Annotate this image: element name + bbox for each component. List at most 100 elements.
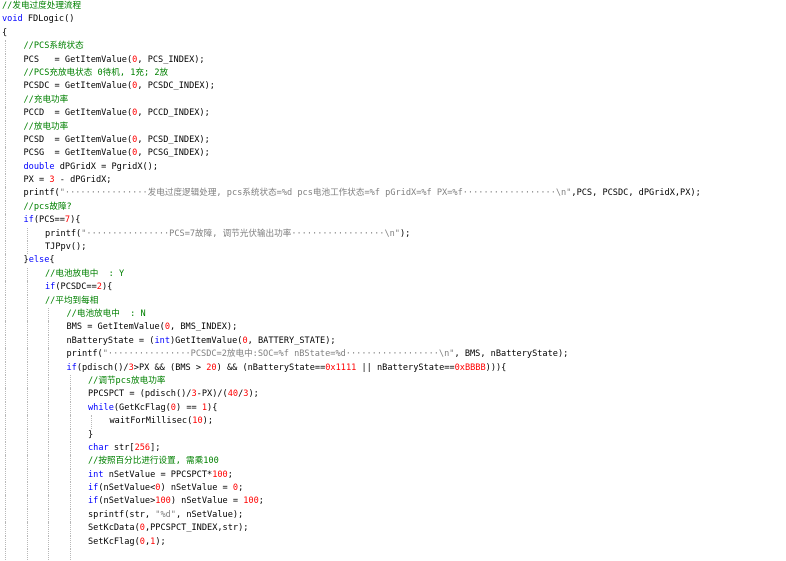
indent-guide [5, 348, 6, 362]
indent-guide [69, 495, 71, 509]
indent-guide [26, 281, 28, 295]
code-token: (pdisch()/ [76, 362, 129, 373]
indent-guide [5, 334, 6, 349]
code-token: PCS = GetItemValue( [23, 54, 133, 65]
code-token: //电池放电中 : Y [45, 268, 125, 279]
indent-guide [69, 508, 71, 523]
indent-guide [69, 455, 71, 469]
indent-guide [26, 267, 28, 282]
code-token: PCCD = GetItemValue( [23, 108, 133, 119]
code-token: if [66, 362, 77, 373]
indent-guide [26, 307, 28, 322]
indent-guide [26, 495, 28, 509]
code-line: PCCD = GetItemValue(0, PCCD_INDEX); [0, 107, 786, 121]
code-token: ){ [101, 282, 113, 293]
indent-guide [5, 321, 6, 335]
code-token: 40 [227, 389, 239, 400]
code-line [0, 549, 786, 561]
code-token: //平均到每相 [45, 295, 99, 306]
indent-guide [48, 321, 49, 335]
code-token: if [88, 483, 99, 494]
indent-guide [26, 388, 28, 402]
indent-guide [5, 241, 6, 255]
code-token: str[ [108, 442, 135, 453]
code-token: else [28, 255, 50, 266]
code-line: sprintf(str, "%d", nSetValue); [0, 508, 786, 523]
indent-guide [5, 281, 6, 295]
indent-guide [26, 227, 28, 242]
code-token: 0xBBBB [454, 362, 486, 373]
code-editor[interactable]: //发电过度处理流程 void FDLogic(){//PCS系统状态 PCS = … [0, 0, 786, 561]
code-token: waitForMillisec( [109, 416, 193, 427]
indent-guide [5, 415, 6, 429]
indent-guide [5, 40, 6, 54]
indent-guide [48, 334, 49, 349]
code-token: if [45, 282, 56, 293]
code-line: void FDLogic() [0, 13, 786, 26]
indent-guide [69, 441, 71, 456]
code-token: ){ [70, 215, 81, 226]
indent-guide [48, 522, 49, 536]
code-line: SetKcFlag(0,1); [0, 535, 786, 550]
indent-guide [5, 468, 6, 483]
code-line: int nSetValue = PPCSPCT*100; [0, 468, 786, 483]
indent-guide [5, 535, 6, 550]
indent-guide [26, 241, 28, 255]
code-token: PX = [23, 175, 50, 186]
code-line: PCSD = GetItemValue(0, PCSD_INDEX); [0, 133, 786, 148]
code-token: 100 [155, 496, 171, 507]
code-line: double dPGridX = PgridX(); [0, 160, 786, 175]
indent-guide [26, 348, 28, 362]
code-token: //pcs故障? [23, 201, 72, 212]
indent-guide [5, 307, 6, 322]
code-token: while [88, 402, 114, 413]
code-line: PX = 3 - dPGridX; [0, 174, 786, 188]
indent-guide [48, 415, 49, 429]
indent-guide [5, 227, 6, 242]
code-token: //PCS充放电状态 0待机, 1充; 2放 [23, 67, 169, 78]
indent-guide [5, 107, 6, 121]
code-token: -PX)/( [196, 389, 228, 400]
code-line: nBatteryState = (int)GetItemValue(0, BAT… [0, 334, 786, 349]
code-token: , PCCD_INDEX); [137, 108, 210, 119]
code-line: PCSDC = GetItemValue(0, PCSDC_INDEX); [0, 80, 786, 94]
indent-guide [5, 66, 6, 81]
code-token: nBatteryState = ( [66, 335, 155, 346]
code-token: ); [399, 228, 411, 239]
code-token: (PCSDC== [55, 282, 97, 293]
indent-guide [5, 549, 6, 561]
indent-guide [5, 80, 6, 94]
indent-guide [5, 374, 6, 389]
code-token: printf( [45, 228, 82, 239]
code-token: "················PCSDC=2放电中:SOC=%f nBSta… [102, 349, 455, 360]
indent-guide [5, 428, 6, 442]
indent-guide [48, 455, 49, 469]
code-token: SetKcFlag( [88, 536, 140, 547]
code-line: } [0, 428, 786, 442]
indent-guide [26, 508, 28, 523]
code-token: sprintf(str, [88, 509, 156, 520]
code-token: "················PCS=7故障, 调节光伏输出功率······… [81, 228, 400, 239]
code-line: while(GetKcFlag(0) == 1){ [0, 401, 786, 416]
indent-guide [26, 441, 28, 456]
indent-guide [5, 133, 6, 148]
code-lines: //发电过度处理流程 void FDLogic(){//PCS系统状态 PCS = … [0, 0, 786, 561]
indent-guide [26, 321, 28, 335]
indent-guide [26, 522, 28, 536]
code-token: printf( [66, 349, 103, 360]
code-line: if(nSetValue>100) nSetValue = 100; [0, 495, 786, 509]
code-line: if(pdisch()/3>PX && (BMS > 20) && (nBatt… [0, 361, 786, 375]
indent-guide [48, 307, 49, 322]
code-token: )GetItemValue( [170, 335, 243, 346]
indent-guide [26, 549, 28, 561]
indent-guide [5, 267, 6, 282]
code-token: PCSD = GetItemValue( [23, 134, 133, 145]
indent-guide [26, 415, 28, 429]
code-token: nSetValue = PPCSPCT* [103, 469, 213, 480]
code-line: //电池放电中 : Y [0, 267, 786, 282]
code-token: , nSetValue); [175, 509, 244, 520]
code-line: if(nSetValue<0) nSetValue = 0; [0, 482, 786, 496]
code-token: void [2, 14, 23, 25]
code-line: //PCS系统状态 [0, 40, 786, 54]
code-token: //PCS系统状态 [23, 41, 84, 52]
